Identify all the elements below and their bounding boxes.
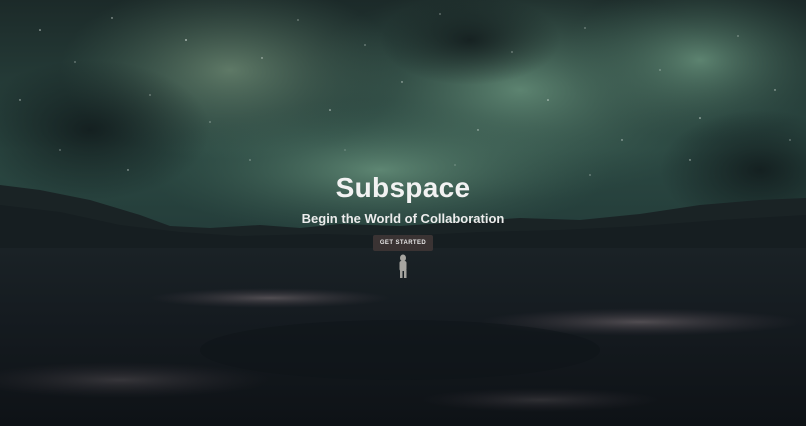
- get-started-button[interactable]: GET STARTED: [372, 235, 434, 251]
- hero-subtitle: Begin the World of Collaboration: [301, 211, 505, 226]
- hero-title: Subspace: [335, 172, 471, 203]
- hero-content: Subspace Begin the World of Collaboratio…: [0, 170, 806, 251]
- hero-section: Subspace Begin the World of Collaboratio…: [0, 0, 806, 426]
